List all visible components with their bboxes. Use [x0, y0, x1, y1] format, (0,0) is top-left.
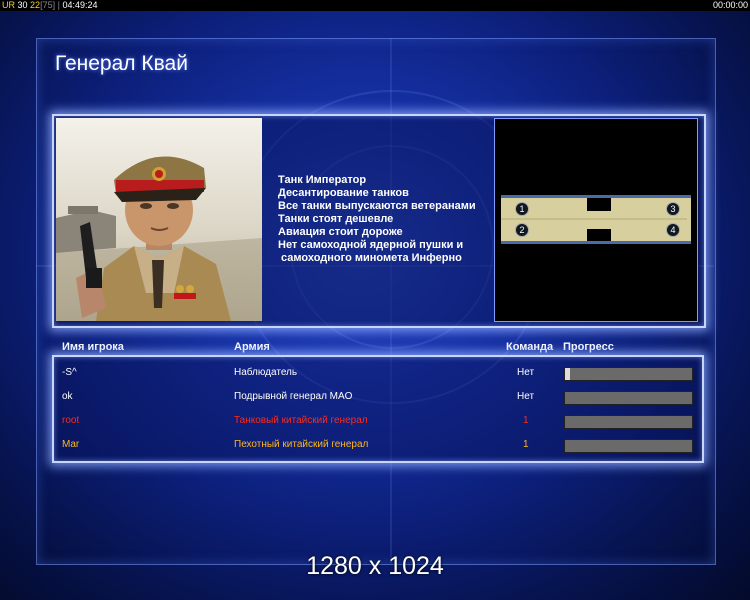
status-bar: UR 30 22[75] | 04:49:24 00:00:00 [0, 0, 750, 11]
feature-item: Нет самоходной ядерной пушки и [278, 239, 464, 251]
map-start-slot-3[interactable]: 3 [666, 202, 680, 216]
general-features-list: Танк Император Десантирование танков Все… [278, 174, 476, 265]
general-portrait [56, 118, 262, 321]
feature-item: самоходного миномета Инферно [278, 252, 462, 264]
status-bracket-value: [75] [40, 0, 56, 10]
player-name: -S^ [62, 367, 77, 378]
general-title: Генерал Квай [55, 52, 188, 75]
status-left: UR 30 22[75] | 04:49:24 [2, 0, 98, 11]
status-value-b: 22 [30, 0, 41, 10]
status-timer: 00:00:00 [712, 0, 748, 10]
player-progress-bar [564, 415, 693, 429]
column-header-army: Армия [234, 341, 270, 353]
player-name: ok [62, 391, 73, 402]
table-row: -S^ Наблюдатель Нет [0, 363, 750, 383]
player-army: Танковый китайский генерал [234, 415, 368, 426]
player-name: Mar [62, 439, 80, 450]
player-team: 1 [523, 415, 529, 426]
map-preview: 1 2 3 4 [494, 118, 698, 322]
feature-item: Танк Император [278, 174, 367, 186]
table-row: Mar Пехотный китайский генерал 1 [0, 435, 750, 455]
map-start-slot-4[interactable]: 4 [666, 223, 680, 237]
status-ur-label: UR [2, 0, 15, 10]
resolution-label: 1280 x 1024 [306, 552, 444, 580]
status-value-a: 30 [17, 0, 28, 10]
feature-item: Десантирование танков [278, 187, 409, 199]
player-progress-bar [564, 391, 693, 405]
table-row: root Танковый китайский генерал 1 [0, 411, 750, 431]
feature-item: Авиация стоит дороже [278, 226, 403, 238]
player-team: 1 [523, 439, 529, 450]
player-army: Подрывной генерал MAO [234, 391, 353, 402]
player-army: Наблюдатель [234, 367, 298, 378]
column-header-team: Команда [506, 341, 554, 353]
status-clock: 04:49:24 [62, 0, 98, 10]
column-header-progress: Прогресс [563, 341, 614, 353]
progress-fill [565, 368, 571, 380]
player-progress-bar [564, 439, 693, 453]
map-start-slot-2[interactable]: 2 [515, 223, 529, 237]
table-row: ok Подрывной генерал MAO Нет [0, 387, 750, 407]
player-army: Пехотный китайский генерал [234, 439, 369, 450]
feature-item: Танки стоят дешевле [278, 213, 394, 225]
player-name: root [62, 415, 80, 426]
player-team: Нет [517, 367, 535, 378]
player-team: Нет [517, 391, 535, 402]
column-header-player: Имя игрока [62, 341, 124, 353]
status-separator: | [57, 0, 60, 10]
map-start-slot-1[interactable]: 1 [515, 202, 529, 216]
feature-item: Все танки выпускаются ветеранами [278, 200, 476, 212]
player-progress-bar [564, 367, 693, 381]
